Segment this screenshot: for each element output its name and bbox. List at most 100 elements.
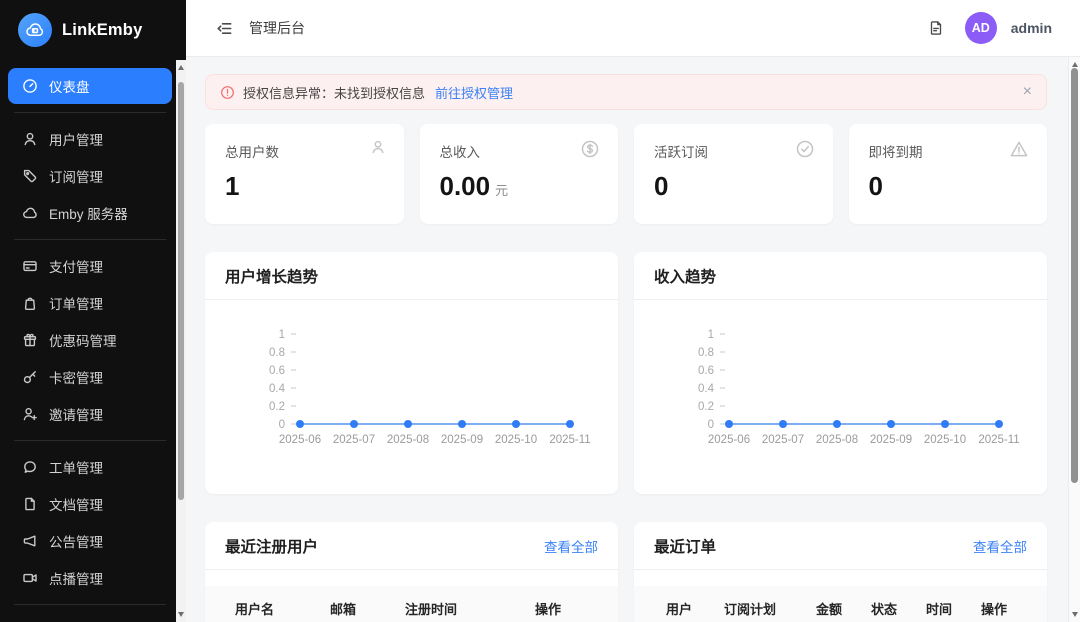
sidebar-item[interactable]: 卡密管理	[8, 359, 172, 395]
table-header-row: 用户订阅计划金额状态时间操作	[634, 586, 1047, 622]
stat-card: 活跃订阅0	[634, 124, 833, 224]
sidebar-item-label: 用户管理	[49, 129, 103, 149]
chart-panel: 收入趋势 00.20.40.60.812025-062025-072025-08…	[634, 252, 1047, 494]
username[interactable]: admin	[1011, 20, 1052, 36]
scroll-up-icon[interactable]	[1069, 62, 1080, 67]
sidebar-item-label: 订阅管理	[49, 166, 103, 186]
svg-text:2025-06: 2025-06	[708, 434, 750, 446]
sidebar-item[interactable]: 邀请管理	[8, 396, 172, 432]
error-circle-icon	[220, 85, 235, 100]
scroll-down-icon[interactable]	[176, 612, 186, 617]
brand-name: LinkEmby	[62, 21, 142, 40]
close-icon[interactable]: ×	[1023, 84, 1032, 100]
main-scrollbar[interactable]	[1068, 57, 1080, 622]
gift-icon	[22, 332, 38, 348]
topbar: 管理后台 AD admin	[186, 0, 1080, 57]
svg-text:0.8: 0.8	[269, 347, 285, 359]
docs-icon[interactable]	[927, 19, 945, 37]
stat-card: 总收入0.00元	[420, 124, 619, 224]
svg-text:0.4: 0.4	[269, 383, 286, 395]
stat-label: 总用户数	[225, 141, 384, 161]
table-body: 用户订阅计划金额状态时间操作	[634, 570, 1047, 622]
sidebar-item[interactable]: 优惠码管理	[8, 322, 172, 358]
panel-header: 最近订单查看全部	[634, 522, 1047, 570]
sidebar-menu: 仪表盘用户管理订阅管理 Emby 服务器支付管理订单管理优惠码管理卡密管理邀请管理…	[0, 60, 186, 605]
svg-text:2025-07: 2025-07	[333, 434, 375, 446]
user-icon	[22, 131, 38, 147]
panel-header: 收入趋势	[634, 252, 1047, 300]
svg-text:2025-11: 2025-11	[549, 434, 590, 446]
dashboard-content: 授权信息异常：未找到授权信息 前往授权管理 × 总用户数1总收入0.00元活跃订…	[186, 57, 1080, 622]
alert-message: 授权信息异常：未找到授权信息	[243, 83, 425, 102]
topbar-right: AD admin	[927, 12, 1052, 44]
scroll-down-icon[interactable]	[1069, 612, 1080, 617]
dollar-circle-icon	[580, 139, 600, 159]
svg-text:0.4: 0.4	[698, 383, 715, 395]
line-chart: 00.20.40.60.812025-062025-072025-082025-…	[205, 304, 618, 494]
credit-card-icon	[22, 258, 38, 274]
cloud-server-icon	[18, 13, 52, 47]
svg-text:2025-10: 2025-10	[495, 434, 537, 446]
avatar[interactable]: AD	[965, 12, 997, 44]
table-panel: 最近注册用户 查看全部用户名邮箱注册时间操作	[205, 522, 618, 622]
svg-text:2025-08: 2025-08	[816, 434, 858, 446]
stat-label: 活跃订阅	[654, 141, 813, 161]
sidebar-item[interactable]: 订单管理	[8, 285, 172, 321]
sidebar-item[interactable]: 支付管理	[8, 248, 172, 284]
svg-text:1: 1	[708, 329, 714, 341]
tag-icon	[22, 168, 38, 184]
sidebar-item[interactable]: 公告管理	[8, 523, 172, 559]
megaphone-icon	[22, 533, 38, 549]
main-scrollbar-thumb[interactable]	[1071, 68, 1078, 483]
sidebar-scrollbar[interactable]	[176, 60, 186, 622]
page-title: 管理后台	[249, 18, 305, 38]
sidebar-item[interactable]: Emby 服务器	[8, 195, 172, 231]
table-panel: 最近订单查看全部用户订阅计划金额状态时间操作	[634, 522, 1047, 622]
user-plus-icon	[22, 406, 38, 422]
chart-title: 收入趋势	[654, 265, 716, 287]
sidebar-item-label: 支付管理	[49, 256, 103, 276]
sidebar-scrollbar-thumb[interactable]	[178, 82, 184, 500]
svg-text:2025-06: 2025-06	[279, 434, 321, 446]
key-icon	[22, 369, 38, 385]
menu-fold-icon[interactable]	[216, 20, 233, 37]
scroll-up-icon[interactable]	[176, 65, 186, 70]
dashboard-icon	[22, 78, 38, 94]
sidebar-item-label: Emby 服务器	[49, 203, 128, 223]
table-column-header: 邮箱	[330, 599, 405, 618]
table-column-header: 用户名	[235, 599, 330, 618]
stat-value: 1	[225, 171, 384, 202]
sidebar-item-label: 工单管理	[49, 457, 103, 477]
chart-panel: 用户增长趋势 00.20.40.60.812025-062025-072025-…	[205, 252, 618, 494]
main-area: 管理后台 AD admin 授权信息异常：未找到授权信息 前往授权管理 ×	[186, 0, 1080, 622]
sidebar-item-label: 文档管理	[49, 494, 103, 514]
sidebar-item[interactable]: 订阅管理	[8, 158, 172, 194]
sidebar-item[interactable]: 文档管理	[8, 486, 172, 522]
stat-card: 总用户数 1	[205, 124, 404, 224]
svg-text:0.6: 0.6	[269, 365, 285, 377]
table-panels: 最近注册用户 查看全部用户名邮箱注册时间操作最近订单查看全部用户订阅计划金额状态时…	[205, 522, 1047, 622]
svg-text:0.2: 0.2	[698, 401, 714, 413]
table-column-header: 操作	[981, 599, 1047, 618]
table-column-header: 时间	[926, 599, 981, 618]
svg-text:0.2: 0.2	[269, 401, 285, 413]
sidebar-item[interactable]: 用户管理	[8, 121, 172, 157]
view-all-link[interactable]: 查看全部	[973, 536, 1027, 556]
svg-text:0.6: 0.6	[698, 365, 714, 377]
table-body: 用户名邮箱注册时间操作	[205, 570, 618, 622]
svg-text:0.8: 0.8	[698, 347, 714, 359]
chart-panels: 用户增长趋势 00.20.40.60.812025-062025-072025-…	[205, 252, 1047, 494]
svg-text:2025-08: 2025-08	[387, 434, 429, 446]
table-title: 最近注册用户	[225, 535, 318, 557]
table-column-header: 用户	[666, 599, 724, 618]
sidebar-item[interactable]: 仪表盘	[8, 68, 172, 104]
warning-triangle-icon	[1009, 139, 1029, 159]
sidebar-item[interactable]: 点播管理	[8, 560, 172, 596]
stat-card: 即将到期0	[849, 124, 1048, 224]
alert-link[interactable]: 前往授权管理	[435, 83, 513, 102]
view-all-link[interactable]: 查看全部	[544, 536, 598, 556]
cloud-icon	[22, 205, 38, 221]
sidebar-item[interactable]: 工单管理	[8, 449, 172, 485]
menu-divider	[14, 440, 166, 441]
check-circle-icon	[795, 139, 815, 159]
